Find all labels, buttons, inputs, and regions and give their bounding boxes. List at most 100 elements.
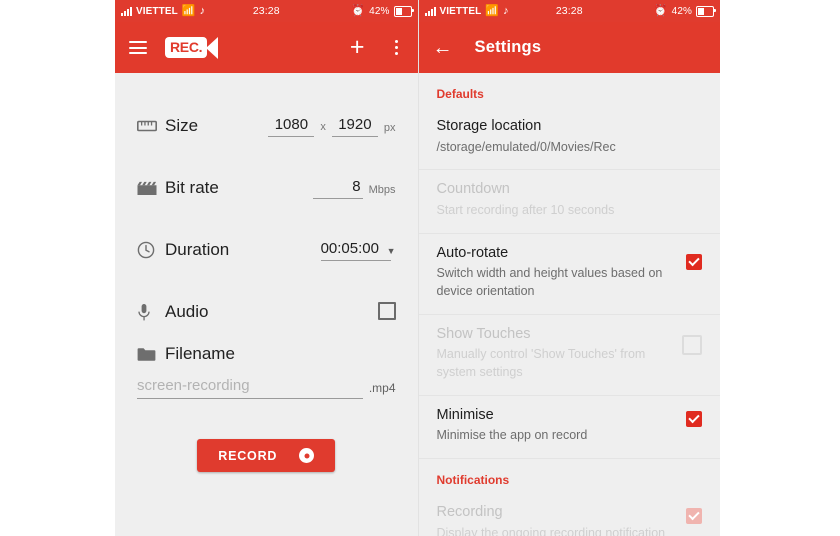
music-note-icon: ♪ xyxy=(503,4,509,17)
duration-label: Duration xyxy=(165,240,230,259)
signal-bars-icon xyxy=(121,6,132,16)
form-row-bitrate: Bit rate 8 Mbps xyxy=(115,157,418,219)
music-note-icon: ♪ xyxy=(199,4,206,17)
wifi-icon: 📶 xyxy=(485,4,500,17)
record-button-container: RECORD xyxy=(115,439,418,472)
battery-icon xyxy=(696,5,716,17)
width-input[interactable]: 1080 xyxy=(268,116,315,137)
setting-row-auto-rotate[interactable]: Auto-rotate Switch width and height valu… xyxy=(418,234,720,315)
setting-row-storage-location[interactable]: Storage location /storage/emulated/0/Mov… xyxy=(418,107,720,171)
filename-input-row: screen-recording .mp4 xyxy=(137,377,396,399)
form-row-filename: Filename screen-recording .mp4 xyxy=(115,337,418,399)
main-screen: VIETTEL 📶 ♪ 23:28 ⏰ 42% REC. + Size 1080… xyxy=(115,0,418,536)
recording-notification-subtitle: Display the ongoing recording notificati… xyxy=(436,525,666,536)
storage-location-text: Storage location /storage/emulated/0/Mov… xyxy=(437,117,703,156)
form-row-audio: Audio xyxy=(115,281,418,343)
battery-percent-label: 42% xyxy=(671,5,692,17)
auto-rotate-subtitle: Switch width and height values based on … xyxy=(436,266,663,298)
battery-percent-label: 42% xyxy=(369,5,390,17)
signal-bars-icon xyxy=(424,6,436,16)
storage-location-title: Storage location xyxy=(436,118,542,134)
overflow-menu-icon[interactable] xyxy=(389,38,404,57)
auto-rotate-title: Auto-rotate xyxy=(436,244,509,261)
folder-icon xyxy=(137,347,163,362)
record-dot-icon xyxy=(299,448,315,463)
rec-logo: REC. xyxy=(165,36,219,59)
minimise-subtitle: Minimise the app on record xyxy=(436,428,588,443)
size-label: Size xyxy=(165,116,199,135)
form-row-duration: Duration 00:05:00 ▼ xyxy=(115,219,418,281)
recording-notification-title: Recording xyxy=(436,504,503,521)
countdown-subtitle: Start recording after 10 seconds xyxy=(436,202,615,217)
show-touches-text: Show Touches Manually control 'Show Touc… xyxy=(437,325,683,382)
settings-app-bar: ← Settings xyxy=(418,22,720,73)
minimise-title: Minimise xyxy=(436,406,494,423)
rec-logo-label: REC. xyxy=(165,37,208,58)
bitrate-inputs: 8 Mbps xyxy=(312,178,396,199)
bitrate-label: Bit rate xyxy=(165,178,219,197)
status-bar-right-group-2: ⏰ 42% xyxy=(653,4,716,17)
audio-checkbox[interactable] xyxy=(377,302,396,320)
alarm-clock-icon: ⏰ xyxy=(653,4,668,17)
battery-icon xyxy=(393,5,414,17)
duration-inputs: 00:05:00 ▼ xyxy=(320,240,396,261)
clapperboard-icon xyxy=(137,181,163,196)
form-row-size: Size 1080 x 1920 px xyxy=(115,95,418,157)
back-arrow-icon[interactable]: ← xyxy=(433,38,455,58)
show-touches-subtitle: Manually control 'Show Touches' from sys… xyxy=(436,347,646,379)
recording-settings-form: Size 1080 x 1920 px Bit rate 8 Mbps Dura… xyxy=(115,73,418,472)
bitrate-input[interactable]: 8 xyxy=(312,178,363,199)
recording-notification-text: Recording Display the ongoing recording … xyxy=(437,503,687,536)
audio-label: Audio xyxy=(165,302,209,321)
setting-row-countdown: Countdown Start recording after 10 secon… xyxy=(418,170,720,234)
carrier-label: VIETTEL xyxy=(136,5,178,17)
camcorder-lens-icon xyxy=(206,36,219,59)
duration-input[interactable]: 00:05:00 xyxy=(320,240,391,261)
setting-row-show-touches: Show Touches Manually control 'Show Touc… xyxy=(418,315,720,396)
storage-location-subtitle: /storage/emulated/0/Movies/Rec xyxy=(436,139,616,154)
status-bar-left-group: VIETTEL 📶 ♪ xyxy=(121,4,206,17)
wifi-icon: 📶 xyxy=(181,4,196,17)
show-touches-checkbox xyxy=(682,334,702,355)
filename-input[interactable]: screen-recording xyxy=(137,377,363,399)
alarm-clock-icon: ⏰ xyxy=(351,4,366,17)
setting-row-minimise[interactable]: Minimise Minimise the app on record xyxy=(418,396,720,460)
auto-rotate-checkbox[interactable] xyxy=(686,253,702,270)
filename-label: Filename xyxy=(165,344,235,363)
carrier-label: VIETTEL xyxy=(439,5,482,17)
page-title: Settings xyxy=(474,38,542,56)
section-header-notifications: Notifications xyxy=(436,473,510,488)
audio-control xyxy=(377,302,396,322)
ruler-icon xyxy=(137,120,163,133)
settings-list: Defaults Storage location /storage/emula… xyxy=(418,73,721,536)
show-touches-title: Show Touches xyxy=(436,325,531,342)
minimise-text: Minimise Minimise the app on record xyxy=(437,406,687,445)
microphone-icon xyxy=(137,303,163,322)
chevron-down-icon[interactable]: ▼ xyxy=(387,246,396,261)
screenshot-root: VIETTEL 📶 ♪ 23:28 ⏰ 42% REC. + Size 1080… xyxy=(0,0,840,536)
main-app-bar: REC. + xyxy=(115,22,418,73)
minimise-checkbox[interactable] xyxy=(686,410,702,427)
status-bar-right-group: ⏰ 42% xyxy=(351,4,414,17)
filename-extension-label: .mp4 xyxy=(368,381,396,395)
clock-icon xyxy=(137,241,163,259)
countdown-title: Countdown xyxy=(436,181,510,198)
settings-screen: VIETTEL 📶 ♪ 23:28 ⏰ 42% ← Settings Defau… xyxy=(417,0,721,536)
size-inputs: 1080 x 1920 px xyxy=(268,116,396,137)
record-button[interactable]: RECORD xyxy=(197,439,336,472)
dual-screen-container: VIETTEL 📶 ♪ 23:28 ⏰ 42% REC. + Size 1080… xyxy=(115,0,720,536)
height-input[interactable]: 1920 xyxy=(331,116,378,137)
recording-notification-checkbox xyxy=(686,508,702,525)
record-button-label: RECORD xyxy=(218,448,278,463)
section-header-defaults: Defaults xyxy=(436,87,484,101)
setting-row-recording-notification: Recording Display the ongoing recording … xyxy=(419,493,721,536)
bitrate-unit-label: Mbps xyxy=(368,183,396,196)
add-icon[interactable]: + xyxy=(346,35,369,60)
size-separator: x xyxy=(320,120,326,133)
status-bar-right: VIETTEL 📶 ♪ 23:28 ⏰ 42% xyxy=(418,0,720,22)
auto-rotate-text: Auto-rotate Switch width and height valu… xyxy=(437,244,687,301)
menu-icon[interactable] xyxy=(129,41,147,54)
size-unit-label: px xyxy=(383,121,396,134)
countdown-text: Countdown Start recording after 10 secon… xyxy=(437,180,703,219)
status-bar-left: VIETTEL 📶 ♪ 23:28 ⏰ 42% xyxy=(115,0,418,22)
